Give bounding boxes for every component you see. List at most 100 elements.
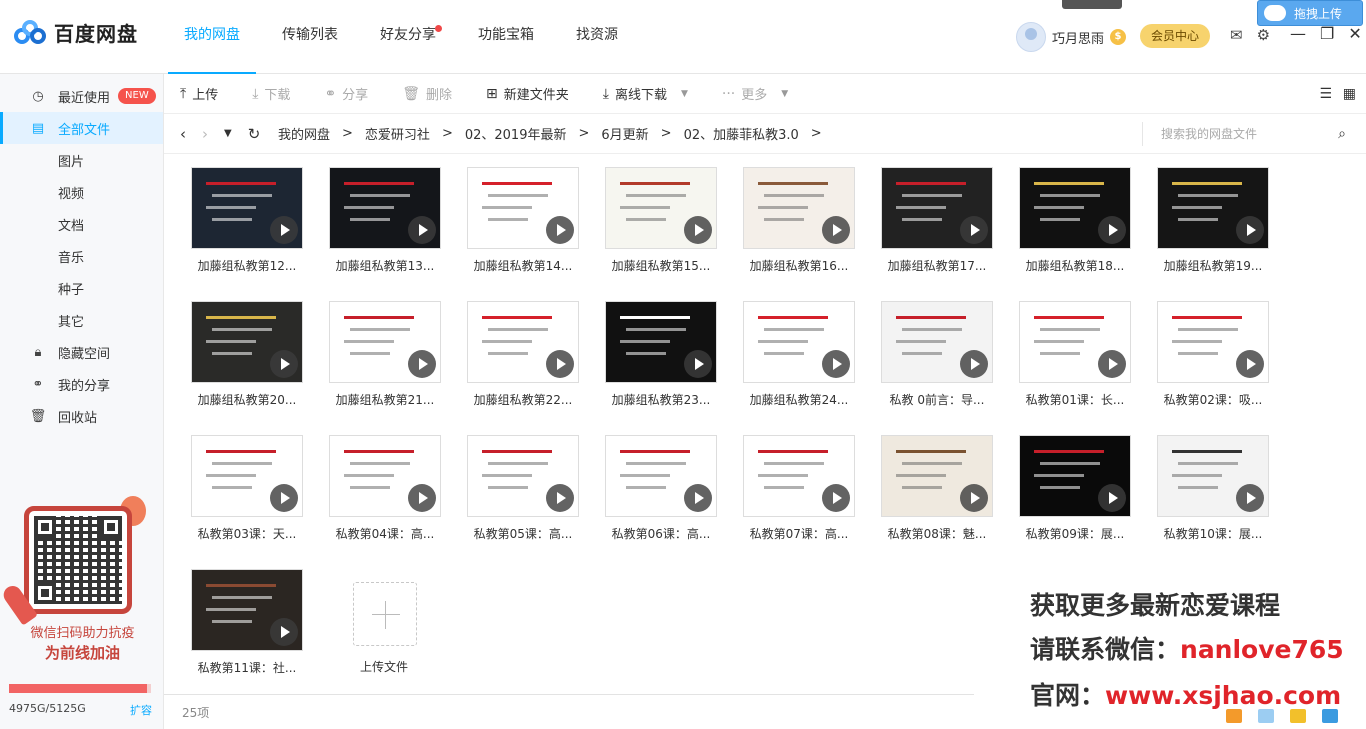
file-tile[interactable]: 私教第04课：高... (329, 422, 441, 541)
nav-toolbox[interactable]: 功能宝箱 (462, 0, 550, 74)
file-name[interactable]: 加藤组私教第13... (321, 257, 449, 274)
file-name[interactable]: 私教第05课：高... (459, 525, 587, 542)
breadcrumb-item[interactable]: 02、加藤菲私教3.0 (684, 124, 799, 143)
sidebar-item-torrents[interactable]: 种子 (0, 272, 163, 304)
play-icon[interactable] (1098, 216, 1126, 244)
video-thumbnail[interactable] (191, 435, 303, 517)
file-tile[interactable]: 私教第07课：高... (743, 422, 855, 541)
sidebar-item-all-files[interactable]: ▤ 全部文件 (0, 112, 163, 144)
video-thumbnail[interactable] (605, 435, 717, 517)
video-thumbnail[interactable] (191, 167, 303, 249)
play-icon[interactable] (408, 484, 436, 512)
file-tile[interactable]: 加藤组私教第13... (329, 154, 441, 273)
breadcrumb-item[interactable]: 6月更新 (601, 124, 648, 143)
video-thumbnail[interactable] (329, 435, 441, 517)
play-icon[interactable] (270, 216, 298, 244)
tray-yellow-icon[interactable] (1290, 709, 1306, 723)
app-logo[interactable]: 百度网盘 (14, 18, 138, 47)
file-name[interactable]: 加藤组私教第18... (1011, 257, 1139, 274)
video-thumbnail[interactable] (1157, 167, 1269, 249)
more-button[interactable]: ··· 更多 ▼ (722, 84, 788, 104)
file-tile[interactable]: 加藤组私教第23... (605, 288, 717, 407)
username[interactable]: 巧月思雨 (1052, 28, 1104, 47)
share-button[interactable]: ⚭ 分享 (324, 84, 368, 104)
play-icon[interactable] (270, 484, 298, 512)
video-thumbnail[interactable] (881, 435, 993, 517)
video-thumbnail[interactable] (1157, 301, 1269, 383)
nav-my-disk[interactable]: 我的网盘 (168, 0, 256, 74)
file-name[interactable]: 私教第01课：长... (1011, 391, 1139, 408)
play-icon[interactable] (822, 484, 850, 512)
file-tile[interactable]: 私教 0前言：导... (881, 288, 993, 407)
video-thumbnail[interactable] (605, 301, 717, 383)
tray-grid-icon[interactable] (1258, 709, 1274, 723)
file-tile[interactable]: 加藤组私教第19... (1157, 154, 1269, 273)
plus-icon[interactable] (353, 582, 417, 646)
file-tile[interactable]: 加藤组私教第22... (467, 288, 579, 407)
play-icon[interactable] (408, 216, 436, 244)
file-name[interactable]: 私教第02课：吸... (1149, 391, 1277, 408)
sidebar-item-documents[interactable]: 文档 (0, 208, 163, 240)
search-input[interactable]: 搜索我的网盘文件 ⌕ (1142, 122, 1352, 146)
file-name[interactable]: 私教第11课：社... (183, 659, 311, 676)
video-thumbnail[interactable] (1019, 167, 1131, 249)
file-tile[interactable]: 私教第08课：魅... (881, 422, 993, 541)
play-icon[interactable] (270, 350, 298, 378)
play-icon[interactable] (1236, 484, 1264, 512)
tray-orange-icon[interactable] (1226, 709, 1242, 723)
settings-icon[interactable]: ⚙ (1257, 26, 1270, 44)
file-tile[interactable]: 私教第05课：高... (467, 422, 579, 541)
video-thumbnail[interactable] (743, 167, 855, 249)
video-thumbnail[interactable] (1157, 435, 1269, 517)
breadcrumb-item[interactable]: 我的网盘 (278, 124, 330, 143)
file-name[interactable]: 加藤组私教第24... (735, 391, 863, 408)
video-thumbnail[interactable] (605, 167, 717, 249)
play-icon[interactable] (546, 216, 574, 244)
video-thumbnail[interactable] (329, 167, 441, 249)
file-tile[interactable]: 私教第10课：展... (1157, 422, 1269, 541)
avatar[interactable] (1016, 22, 1046, 52)
sidebar-item-hidden-space[interactable]: 🔒︎ 隐藏空间 (0, 336, 163, 368)
file-name[interactable]: 私教第08课：魅... (873, 525, 1001, 542)
video-thumbnail[interactable] (467, 167, 579, 249)
file-tile[interactable]: 私教第02课：吸... (1157, 288, 1269, 407)
play-icon[interactable] (1098, 350, 1126, 378)
file-name[interactable]: 加藤组私教第19... (1149, 257, 1277, 274)
file-name[interactable]: 加藤组私教第12... (183, 257, 311, 274)
file-name[interactable]: 加藤组私教第16... (735, 257, 863, 274)
file-tile[interactable]: 加藤组私教第20... (191, 288, 303, 407)
play-icon[interactable] (546, 484, 574, 512)
file-tile[interactable]: 加藤组私教第12... (191, 154, 303, 273)
sidebar-item-recycle-bin[interactable]: 🗑︎ 回收站 (0, 400, 163, 432)
play-icon[interactable] (270, 618, 298, 646)
video-thumbnail[interactable] (191, 301, 303, 383)
file-tile[interactable]: 私教第11课：社... (191, 556, 303, 675)
play-icon[interactable] (1236, 350, 1264, 378)
file-tile[interactable]: 加藤组私教第24... (743, 288, 855, 407)
file-tile[interactable]: 加藤组私教第16... (743, 154, 855, 273)
file-name[interactable]: 加藤组私教第14... (459, 257, 587, 274)
file-name[interactable]: 私教第10课：展... (1149, 525, 1277, 542)
breadcrumb-item[interactable]: 恋爱研习社 (365, 124, 430, 143)
download-button[interactable]: ⤓ 下载 (252, 84, 290, 104)
offline-download-button[interactable]: ⤓ 离线下载 ▼ (603, 84, 688, 104)
minimize-icon[interactable]: — (1290, 24, 1306, 43)
back-icon[interactable]: ‹ (180, 125, 186, 143)
expand-storage-link[interactable]: 扩容 (130, 702, 152, 718)
file-tile[interactable]: 加藤组私教第17... (881, 154, 993, 273)
new-folder-button[interactable]: ⊞ 新建文件夹 (486, 84, 569, 104)
video-thumbnail[interactable] (191, 569, 303, 651)
play-icon[interactable] (960, 350, 988, 378)
video-thumbnail[interactable] (467, 301, 579, 383)
file-name[interactable]: 加藤组私教第21... (321, 391, 449, 408)
forward-icon[interactable]: › (202, 125, 208, 143)
play-icon[interactable] (1098, 484, 1126, 512)
file-name[interactable]: 私教第09课：展... (1011, 525, 1139, 542)
play-icon[interactable] (1236, 216, 1264, 244)
search-icon[interactable]: ⌕ (1338, 122, 1346, 146)
play-icon[interactable] (960, 216, 988, 244)
history-dropdown-icon[interactable]: ▼ (224, 128, 232, 139)
promo-banner[interactable]: 微信扫码助力抗疫 为前线加油 (0, 496, 155, 671)
close-icon[interactable]: ✕ (1348, 24, 1361, 43)
video-thumbnail[interactable] (743, 435, 855, 517)
